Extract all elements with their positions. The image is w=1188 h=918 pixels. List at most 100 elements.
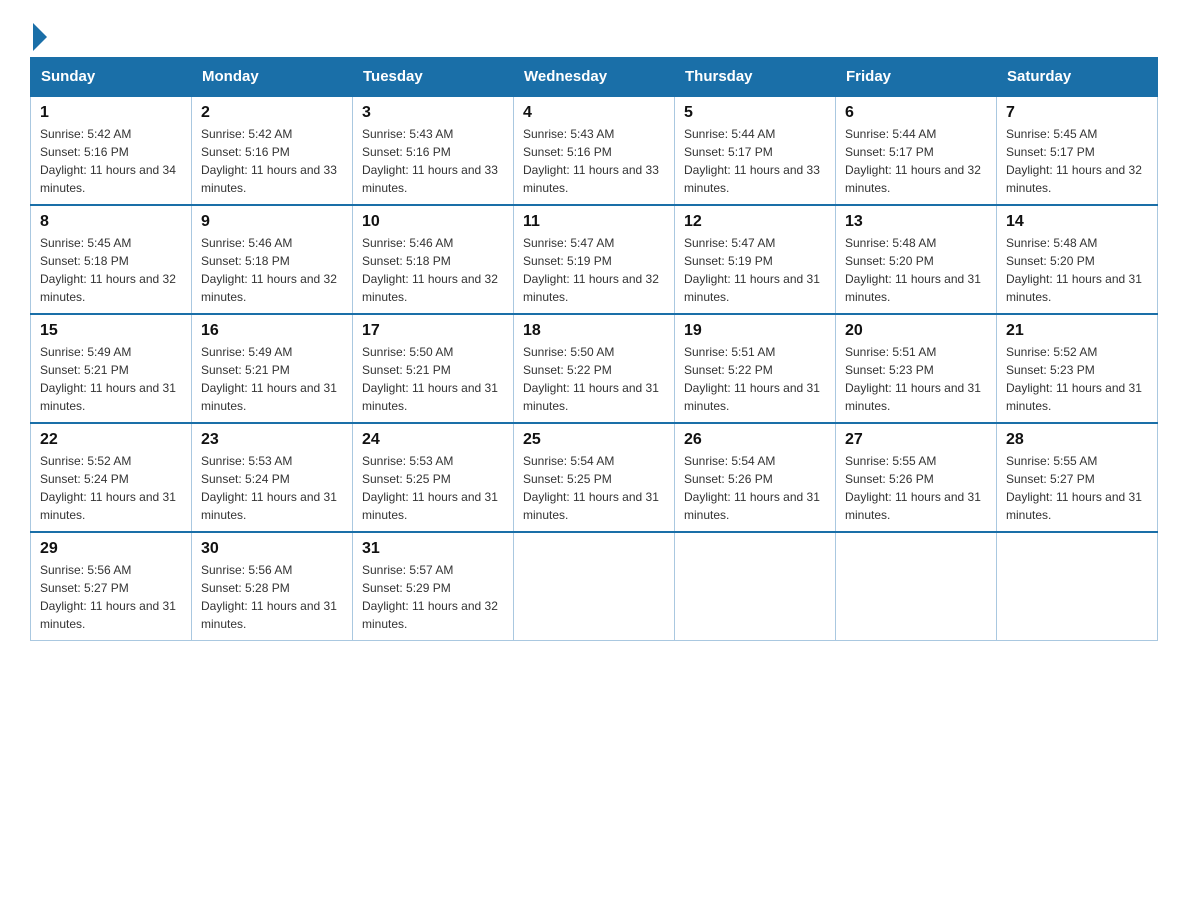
- calendar-cell: 16Sunrise: 5:49 AMSunset: 5:21 PMDayligh…: [192, 314, 353, 423]
- day-number: 24: [362, 431, 504, 449]
- day-info: Sunrise: 5:56 AMSunset: 5:27 PMDaylight:…: [40, 561, 182, 633]
- calendar-cell: 29 Sunrise: 5:56 AMSunset: 5:27 PMDayligh…: [31, 532, 192, 641]
- day-info: Sunrise: 5:52 AMSunset: 5:23 PMDaylight:…: [1006, 343, 1148, 415]
- calendar-week-4: 22 Sunrise: 5:52 AMSunset: 5:24 PMDayligh…: [31, 423, 1158, 532]
- weekday-header-friday: Friday: [836, 58, 997, 97]
- day-info: Sunrise: 5:53 AMSunset: 5:24 PMDaylight:…: [201, 452, 343, 524]
- day-number: 29: [40, 540, 182, 558]
- calendar-cell: 23 Sunrise: 5:53 AMSunset: 5:24 PMDayligh…: [192, 423, 353, 532]
- calendar-cell: 22 Sunrise: 5:52 AMSunset: 5:24 PMDayligh…: [31, 423, 192, 532]
- calendar-cell: 10Sunrise: 5:46 AMSunset: 5:18 PMDayligh…: [353, 205, 514, 314]
- weekday-header-wednesday: Wednesday: [514, 58, 675, 97]
- day-info: Sunrise: 5:45 AMSunset: 5:17 PMDaylight:…: [1006, 125, 1148, 197]
- calendar-cell: 12 Sunrise: 5:47 AMSunset: 5:19 PMDayligh…: [675, 205, 836, 314]
- calendar-cell: 31 Sunrise: 5:57 AMSunset: 5:29 PMDayligh…: [353, 532, 514, 641]
- calendar-cell: 24Sunrise: 5:53 AMSunset: 5:25 PMDayligh…: [353, 423, 514, 532]
- weekday-header-thursday: Thursday: [675, 58, 836, 97]
- day-info: Sunrise: 5:49 AMSunset: 5:21 PMDaylight:…: [201, 343, 343, 415]
- day-number: 23: [201, 431, 343, 449]
- day-info: Sunrise: 5:55 AMSunset: 5:26 PMDaylight:…: [845, 452, 987, 524]
- day-info: Sunrise: 5:52 AMSunset: 5:24 PMDaylight:…: [40, 452, 182, 524]
- day-info: Sunrise: 5:44 AMSunset: 5:17 PMDaylight:…: [684, 125, 826, 197]
- day-number: 25: [523, 431, 665, 449]
- calendar-cell: 6 Sunrise: 5:44 AMSunset: 5:17 PMDaylight…: [836, 96, 997, 205]
- day-info: Sunrise: 5:43 AMSunset: 5:16 PMDaylight:…: [523, 125, 665, 197]
- calendar-cell: 4Sunrise: 5:43 AMSunset: 5:16 PMDaylight…: [514, 96, 675, 205]
- calendar-header-row: SundayMondayTuesdayWednesdayThursdayFrid…: [31, 58, 1158, 97]
- day-info: Sunrise: 5:50 AMSunset: 5:21 PMDaylight:…: [362, 343, 504, 415]
- day-number: 3: [362, 104, 504, 122]
- day-number: 5: [684, 104, 826, 122]
- calendar-cell: 28 Sunrise: 5:55 AMSunset: 5:27 PMDayligh…: [997, 423, 1158, 532]
- calendar-cell: 30 Sunrise: 5:56 AMSunset: 5:28 PMDayligh…: [192, 532, 353, 641]
- day-number: 1: [40, 104, 182, 122]
- calendar-cell: 15 Sunrise: 5:49 AMSunset: 5:21 PMDayligh…: [31, 314, 192, 423]
- calendar-cell: 17 Sunrise: 5:50 AMSunset: 5:21 PMDayligh…: [353, 314, 514, 423]
- day-info: Sunrise: 5:49 AMSunset: 5:21 PMDaylight:…: [40, 343, 182, 415]
- calendar-cell: 2 Sunrise: 5:42 AMSunset: 5:16 PMDaylight…: [192, 96, 353, 205]
- day-number: 18: [523, 322, 665, 340]
- day-number: 21: [1006, 322, 1148, 340]
- calendar-week-2: 8 Sunrise: 5:45 AMSunset: 5:18 PMDaylight…: [31, 205, 1158, 314]
- calendar-cell: [836, 532, 997, 641]
- calendar-cell: 8 Sunrise: 5:45 AMSunset: 5:18 PMDaylight…: [31, 205, 192, 314]
- day-info: Sunrise: 5:42 AMSunset: 5:16 PMDaylight:…: [201, 125, 343, 197]
- day-number: 2: [201, 104, 343, 122]
- day-number: 6: [845, 104, 987, 122]
- calendar-cell: 26 Sunrise: 5:54 AMSunset: 5:26 PMDayligh…: [675, 423, 836, 532]
- calendar-cell: 20Sunrise: 5:51 AMSunset: 5:23 PMDayligh…: [836, 314, 997, 423]
- calendar-cell: [514, 532, 675, 641]
- calendar-cell: 9 Sunrise: 5:46 AMSunset: 5:18 PMDaylight…: [192, 205, 353, 314]
- calendar-cell: 7 Sunrise: 5:45 AMSunset: 5:17 PMDaylight…: [997, 96, 1158, 205]
- calendar-table: SundayMondayTuesdayWednesdayThursdayFrid…: [30, 57, 1158, 641]
- day-info: Sunrise: 5:43 AMSunset: 5:16 PMDaylight:…: [362, 125, 504, 197]
- day-info: Sunrise: 5:45 AMSunset: 5:18 PMDaylight:…: [40, 234, 182, 306]
- calendar-cell: 1 Sunrise: 5:42 AMSunset: 5:16 PMDaylight…: [31, 96, 192, 205]
- day-number: 12: [684, 213, 826, 231]
- day-number: 9: [201, 213, 343, 231]
- day-number: 14: [1006, 213, 1148, 231]
- day-info: Sunrise: 5:57 AMSunset: 5:29 PMDaylight:…: [362, 561, 504, 633]
- calendar-week-1: 1 Sunrise: 5:42 AMSunset: 5:16 PMDaylight…: [31, 96, 1158, 205]
- day-number: 31: [362, 540, 504, 558]
- day-info: Sunrise: 5:54 AMSunset: 5:26 PMDaylight:…: [684, 452, 826, 524]
- day-info: Sunrise: 5:47 AMSunset: 5:19 PMDaylight:…: [684, 234, 826, 306]
- calendar-cell: 19Sunrise: 5:51 AMSunset: 5:22 PMDayligh…: [675, 314, 836, 423]
- day-number: 26: [684, 431, 826, 449]
- day-number: 8: [40, 213, 182, 231]
- calendar-cell: 11 Sunrise: 5:47 AMSunset: 5:19 PMDayligh…: [514, 205, 675, 314]
- day-number: 27: [845, 431, 987, 449]
- day-number: 22: [40, 431, 182, 449]
- calendar-cell: 25Sunrise: 5:54 AMSunset: 5:25 PMDayligh…: [514, 423, 675, 532]
- day-number: 7: [1006, 104, 1148, 122]
- day-info: Sunrise: 5:56 AMSunset: 5:28 PMDaylight:…: [201, 561, 343, 633]
- weekday-header-tuesday: Tuesday: [353, 58, 514, 97]
- day-info: Sunrise: 5:47 AMSunset: 5:19 PMDaylight:…: [523, 234, 665, 306]
- day-number: 28: [1006, 431, 1148, 449]
- calendar-cell: [997, 532, 1158, 641]
- day-info: Sunrise: 5:44 AMSunset: 5:17 PMDaylight:…: [845, 125, 987, 197]
- logo: [30, 20, 47, 47]
- day-info: Sunrise: 5:50 AMSunset: 5:22 PMDaylight:…: [523, 343, 665, 415]
- day-number: 10: [362, 213, 504, 231]
- day-info: Sunrise: 5:55 AMSunset: 5:27 PMDaylight:…: [1006, 452, 1148, 524]
- calendar-cell: 3 Sunrise: 5:43 AMSunset: 5:16 PMDaylight…: [353, 96, 514, 205]
- logo-arrow-icon: [33, 23, 47, 51]
- calendar-cell: 13Sunrise: 5:48 AMSunset: 5:20 PMDayligh…: [836, 205, 997, 314]
- day-number: 17: [362, 322, 504, 340]
- day-number: 20: [845, 322, 987, 340]
- day-info: Sunrise: 5:46 AMSunset: 5:18 PMDaylight:…: [201, 234, 343, 306]
- calendar-week-5: 29 Sunrise: 5:56 AMSunset: 5:27 PMDayligh…: [31, 532, 1158, 641]
- weekday-header-saturday: Saturday: [997, 58, 1158, 97]
- calendar-cell: 14Sunrise: 5:48 AMSunset: 5:20 PMDayligh…: [997, 205, 1158, 314]
- day-number: 13: [845, 213, 987, 231]
- calendar-cell: 18 Sunrise: 5:50 AMSunset: 5:22 PMDayligh…: [514, 314, 675, 423]
- calendar-cell: 21 Sunrise: 5:52 AMSunset: 5:23 PMDayligh…: [997, 314, 1158, 423]
- day-number: 30: [201, 540, 343, 558]
- day-number: 11: [523, 213, 665, 231]
- page-header: [30, 20, 1158, 47]
- calendar-cell: 5 Sunrise: 5:44 AMSunset: 5:17 PMDaylight…: [675, 96, 836, 205]
- day-number: 15: [40, 322, 182, 340]
- day-info: Sunrise: 5:42 AMSunset: 5:16 PMDaylight:…: [40, 125, 182, 197]
- calendar-cell: 27 Sunrise: 5:55 AMSunset: 5:26 PMDayligh…: [836, 423, 997, 532]
